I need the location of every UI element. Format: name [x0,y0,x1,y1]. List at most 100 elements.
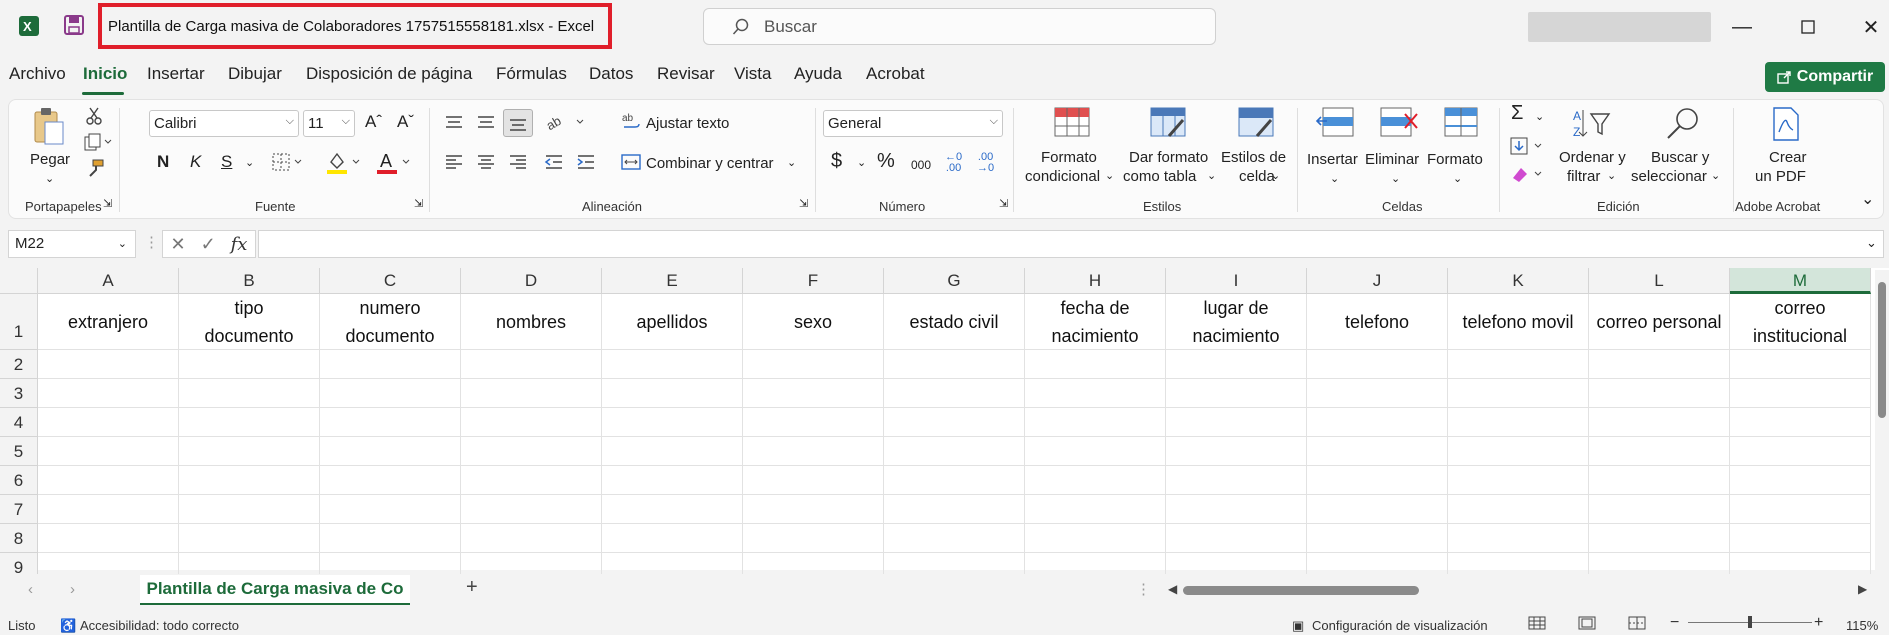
column-header-k[interactable]: K [1448,268,1589,294]
cell-f8[interactable] [743,524,884,553]
cell-e6[interactable] [602,466,743,495]
cell-i7[interactable] [1166,495,1307,524]
format-dropdown-icon[interactable]: ⌄ [1453,170,1462,189]
cell-f4[interactable] [743,408,884,437]
find-select-dropdown-icon[interactable]: ⌄ [1711,167,1720,186]
cell-g2[interactable] [884,350,1025,379]
cell-c4[interactable] [320,408,461,437]
menu-vista[interactable]: Vista [734,64,772,84]
cell-b4[interactable] [179,408,320,437]
cell-h5[interactable] [1025,437,1166,466]
minimize-button[interactable]: — [1722,10,1762,44]
accessibility-status[interactable]: Accesibilidad: todo correcto [80,618,239,633]
conditional-format-line1[interactable]: Formato [1041,148,1097,167]
menu-inicio[interactable]: Inicio [83,64,127,84]
align-middle-icon[interactable] [476,114,496,135]
row-header-8[interactable]: 8 [0,524,38,553]
cell-d5[interactable] [461,437,602,466]
column-header-f[interactable]: F [743,268,884,294]
tabs-splitter-icon[interactable]: ⋮ [1136,580,1151,599]
horizontal-scroll-thumb[interactable] [1183,586,1419,595]
row-header-5[interactable]: 5 [0,437,38,466]
find-select-icon[interactable] [1665,106,1701,145]
cell-g4[interactable] [884,408,1025,437]
cancel-icon[interactable]: ✕ [170,234,185,255]
borders-icon[interactable] [271,152,305,177]
cell-k1[interactable]: telefono movil [1448,294,1589,350]
column-header-d[interactable]: D [461,268,602,294]
cell-i6[interactable] [1166,466,1307,495]
cell-e5[interactable] [602,437,743,466]
menu-formulas[interactable]: Fórmulas [496,64,567,84]
ribbon-collapse-icon[interactable]: ⌄ [1861,190,1874,209]
cell-i1[interactable]: lugar de nacimiento [1166,294,1307,350]
cell-l2[interactable] [1589,350,1730,379]
bold-button[interactable]: N [157,152,169,171]
cell-d4[interactable] [461,408,602,437]
cell-k3[interactable] [1448,379,1589,408]
cell-l1[interactable]: correo personal [1589,294,1730,350]
cell-e7[interactable] [602,495,743,524]
cell-l5[interactable] [1589,437,1730,466]
cell-b5[interactable] [179,437,320,466]
menu-dibujar[interactable]: Dibujar [228,64,282,84]
column-header-b[interactable]: B [179,268,320,294]
cell-d6[interactable] [461,466,602,495]
cell-j6[interactable] [1307,466,1448,495]
create-pdf-line2[interactable]: un PDF [1755,167,1806,186]
maximize-button[interactable] [1788,10,1828,44]
cell-j8[interactable] [1307,524,1448,553]
column-header-g[interactable]: G [884,268,1025,294]
cell-f5[interactable] [743,437,884,466]
menu-insertar[interactable]: Insertar [147,64,205,84]
orientation-icon[interactable]: ab [544,112,589,137]
cell-e2[interactable] [602,350,743,379]
cell-j2[interactable] [1307,350,1448,379]
column-header-l[interactable]: L [1589,268,1730,294]
cell-b6[interactable] [179,466,320,495]
cell-a7[interactable] [38,495,179,524]
cell-c6[interactable] [320,466,461,495]
cell-d1[interactable]: nombres [461,294,602,350]
cell-h3[interactable] [1025,379,1166,408]
sort-filter-dropdown-icon[interactable]: ⌄ [1607,167,1616,186]
page-break-view-icon[interactable] [1628,616,1646,633]
cell-m2[interactable] [1730,350,1871,379]
cell-h4[interactable] [1025,408,1166,437]
create-pdf-icon[interactable] [1771,106,1801,147]
paste-button[interactable]: Pegar [30,150,70,169]
cell-f7[interactable] [743,495,884,524]
cell-b2[interactable] [179,350,320,379]
underline-dropdown-icon[interactable]: ⌄ [245,154,254,173]
cell-j4[interactable] [1307,408,1448,437]
decrease-decimal-icon[interactable]: .00 →0 [977,152,994,174]
cell-styles-icon[interactable] [1237,106,1275,143]
cell-f2[interactable] [743,350,884,379]
cell-m8[interactable] [1730,524,1871,553]
zoom-slider-handle[interactable] [1748,616,1752,628]
column-header-a[interactable]: A [38,268,179,294]
insert-function-icon[interactable]: fx [231,234,248,255]
cell-i5[interactable] [1166,437,1307,466]
cell-j1[interactable]: telefono [1307,294,1448,350]
conditional-format-line2[interactable]: condicional [1025,167,1100,186]
formula-bar-drag-icon[interactable]: ⋮ [144,233,159,252]
align-center-icon[interactable] [476,154,496,175]
cell-m5[interactable] [1730,437,1871,466]
decrease-indent-icon[interactable] [544,154,564,175]
cell-f6[interactable] [743,466,884,495]
next-sheet-icon[interactable]: › [70,580,75,599]
cell-a6[interactable] [38,466,179,495]
menu-disposicion[interactable]: Disposición de página [306,64,472,84]
cell-m7[interactable] [1730,495,1871,524]
cell-j3[interactable] [1307,379,1448,408]
sort-filter-icon[interactable]: AZ [1571,106,1611,145]
fuente-launcher-icon[interactable]: ⇲ [414,195,423,214]
cut-icon[interactable] [85,106,103,131]
paste-icon[interactable] [31,106,67,151]
cell-styles-line1[interactable]: Estilos de [1221,148,1286,167]
cell-m4[interactable] [1730,408,1871,437]
cell-e1[interactable]: apellidos [602,294,743,350]
cell-styles-line2[interactable]: celda [1239,167,1275,186]
merge-center-icon[interactable] [621,152,641,177]
